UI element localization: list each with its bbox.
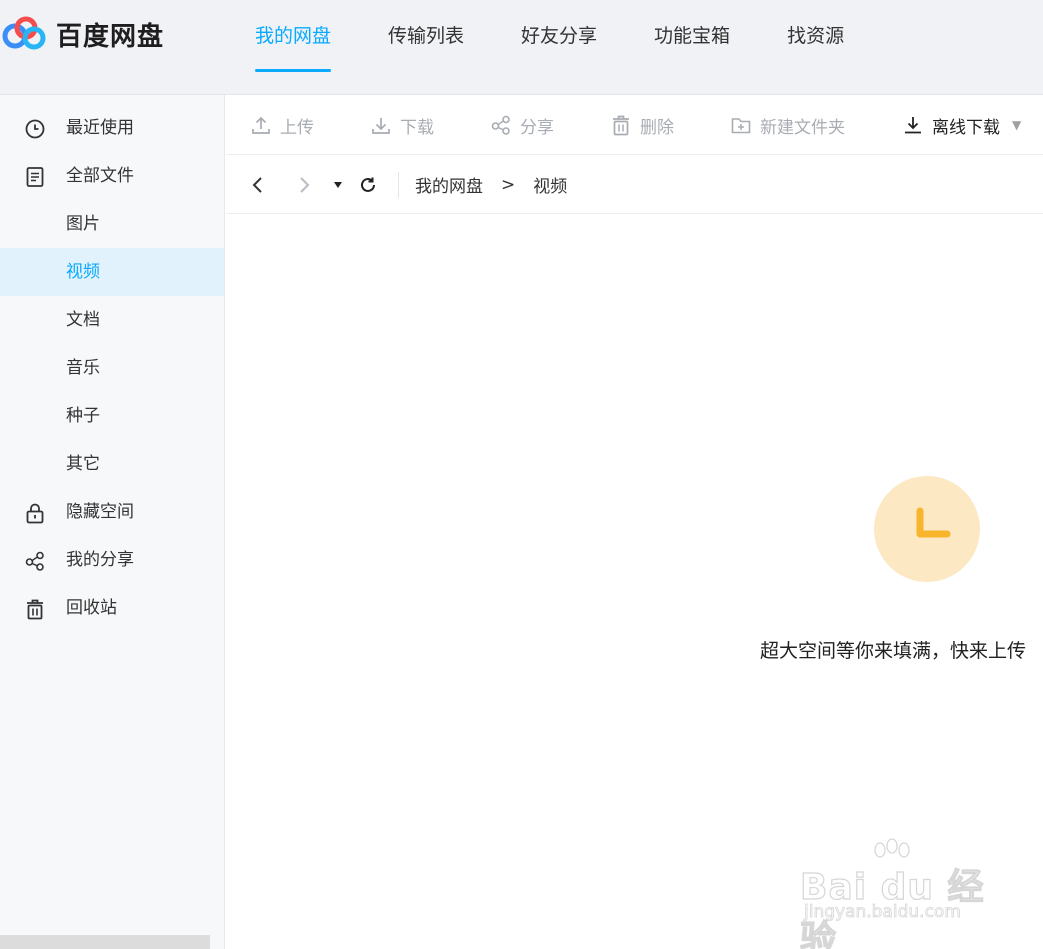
sidebar-item-label: 音乐: [66, 358, 100, 378]
offline-download-button[interactable]: 离线下载 ▼: [902, 95, 1021, 155]
tab-my-disk[interactable]: 我的网盘: [255, 0, 332, 72]
caret-down-icon: [334, 181, 342, 188]
top-navigation: 我的网盘 传输列表 好友分享 功能宝箱 找资源: [255, 0, 901, 95]
sidebar-item-recycle-bin[interactable]: 回收站: [0, 584, 224, 632]
share-button[interactable]: 分享: [490, 95, 554, 155]
sidebar-item-label: 隐藏空间: [66, 502, 134, 522]
empty-state-message: 超大空间等你来填满，快来上传: [760, 640, 1027, 662]
share-label: 分享: [520, 117, 554, 138]
baidu-cloud-logo-icon: [2, 16, 46, 50]
delete-label: 删除: [640, 117, 674, 138]
file-toolbar: 上传 下载 分享 删除 新建文件夹 离线下载 ▼: [226, 95, 1043, 155]
baidu-jingyan-watermark: Bai du 经验 jingyan.baidu.com: [799, 838, 1000, 949]
tab-friend-share[interactable]: 好友分享: [521, 0, 597, 72]
sidebar-item-my-shares[interactable]: 我的分享: [0, 536, 224, 584]
sidebar-item-label: 全部文件: [66, 166, 134, 186]
refresh-button[interactable]: [356, 155, 380, 214]
clock-icon: [24, 118, 46, 140]
download-icon: [905, 117, 921, 134]
breadcrumb-current: 视频: [533, 177, 568, 197]
share-icon: [24, 550, 46, 572]
tab-find-resources[interactable]: 找资源: [787, 0, 844, 72]
download-button[interactable]: 下载: [370, 95, 434, 155]
sidebar-item-images[interactable]: 图片: [0, 200, 224, 248]
download-icon: [372, 118, 390, 134]
sidebar-scrollbar[interactable]: [0, 935, 210, 949]
history-dropdown-button[interactable]: [330, 155, 346, 214]
sidebar-item-label: 回收站: [66, 598, 117, 618]
sidebar-item-label: 最近使用: [66, 118, 134, 138]
caret-down-icon[interactable]: ▼: [1012, 118, 1021, 132]
sidebar-item-documents[interactable]: 文档: [0, 296, 224, 344]
sidebar-item-label: 文档: [66, 310, 100, 330]
sidebar-item-torrents[interactable]: 种子: [0, 392, 224, 440]
breadcrumb: 我的网盘 > 视频: [415, 155, 567, 214]
sidebar-item-label: 图片: [66, 214, 100, 234]
upload-button[interactable]: 上传: [250, 95, 314, 155]
tab-transfer-list[interactable]: 传输列表: [388, 0, 464, 72]
download-label: 下载: [400, 117, 434, 138]
sidebar-item-label: 种子: [66, 406, 100, 426]
breadcrumb-root[interactable]: 我的网盘: [415, 172, 483, 197]
new-folder-icon: [731, 118, 751, 134]
app-title: 百度网盘: [56, 21, 165, 52]
tab-toolbox[interactable]: 功能宝箱: [654, 0, 730, 72]
sidebar-item-hidden-space[interactable]: 隐藏空间: [0, 488, 224, 536]
breadcrumb-bar: 我的网盘 > 视频: [226, 155, 1043, 214]
sidebar-item-all-files[interactable]: 全部文件: [0, 152, 224, 200]
lock-icon: [24, 502, 46, 524]
sidebar-item-label: 我的分享: [66, 550, 134, 570]
sidebar-item-videos[interactable]: 视频: [0, 248, 224, 296]
sidebar: 最近使用 全部文件 图片 视频 文档 音乐 种子 其它 隐藏空间 我的分享 回收…: [0, 95, 225, 949]
forward-button[interactable]: [292, 155, 316, 214]
back-button[interactable]: [246, 155, 270, 214]
sidebar-item-label: 其它: [66, 454, 100, 474]
trash-icon: [24, 598, 46, 620]
new-folder-label: 新建文件夹: [760, 117, 845, 138]
divider: [398, 172, 399, 198]
upload-icon: [252, 116, 270, 134]
new-folder-button[interactable]: 新建文件夹: [730, 95, 845, 155]
sidebar-item-others[interactable]: 其它: [0, 440, 224, 488]
refresh-icon: [361, 177, 375, 192]
sidebar-item-label: 视频: [66, 262, 100, 282]
app-logo[interactable]: 百度网盘: [0, 14, 164, 54]
trash-icon: [613, 115, 629, 136]
empty-state-clock-icon: [874, 476, 980, 582]
chevron-right-icon: [300, 176, 310, 193]
breadcrumb-separator: >: [501, 174, 516, 195]
document-icon: [24, 166, 46, 188]
offline-download-label: 离线下载: [932, 117, 1000, 138]
share-icon: [491, 115, 510, 135]
watermark-url: jingyan.baidu.com: [804, 902, 962, 923]
top-header: 百度网盘 我的网盘 传输列表 好友分享 功能宝箱 找资源: [0, 0, 1043, 95]
sidebar-item-recent[interactable]: 最近使用: [0, 104, 224, 152]
sidebar-item-music[interactable]: 音乐: [0, 344, 224, 392]
upload-label: 上传: [280, 117, 314, 138]
delete-button[interactable]: 删除: [610, 95, 674, 155]
chevron-left-icon: [252, 176, 262, 193]
